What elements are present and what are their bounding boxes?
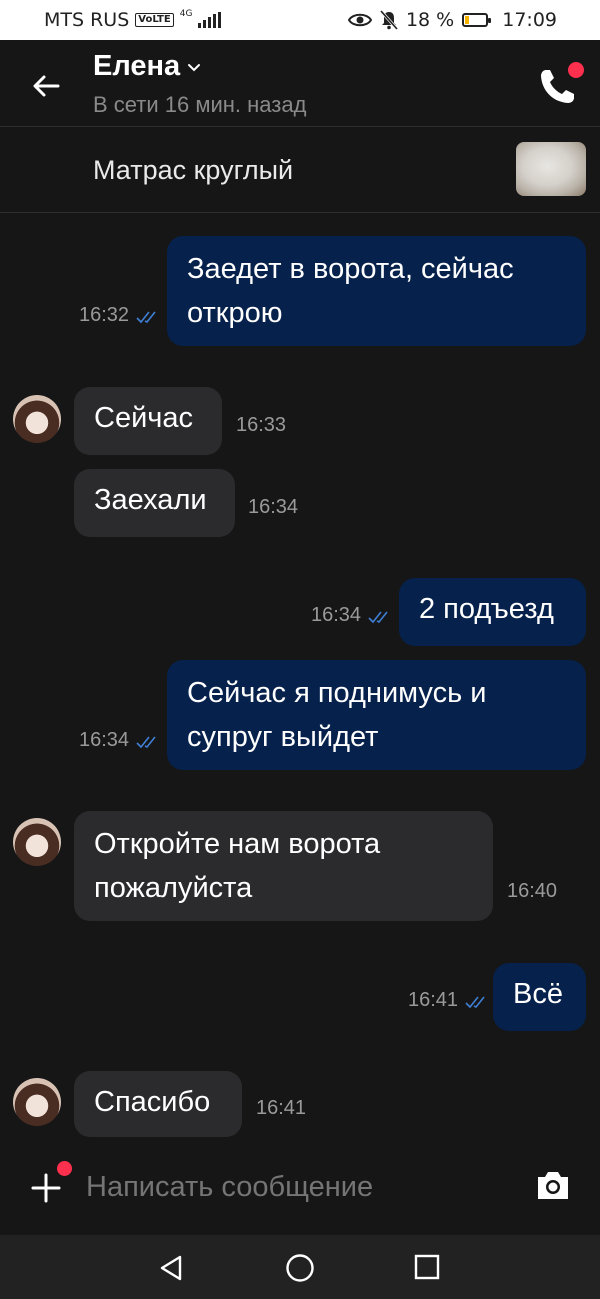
read-ticks-icon [136, 311, 156, 324]
message-text-line: Заехали [94, 484, 207, 516]
message-text-line: Откройте нам ворота [94, 828, 381, 860]
message-time: 16:34 [248, 496, 299, 518]
status-bar: MTS RUS VoLTE 4G 18 % 17:09 [0, 0, 600, 40]
message-text-line: пожалуйста [94, 872, 253, 904]
listing-banner[interactable]: Матрас круглый [0, 127, 600, 213]
read-ticks-icon [368, 611, 388, 624]
contact-name[interactable]: Елена [93, 50, 180, 83]
signal-icon [198, 12, 222, 28]
message-composer [0, 1140, 600, 1235]
message-bubble-in[interactable]: Спасибо [74, 1071, 242, 1137]
message-text-line: 2 подъезд [419, 593, 554, 625]
volte-badge: VoLTE [135, 13, 174, 27]
message-text-line: Спасибо [94, 1086, 211, 1118]
attach-notification-badge [55, 1159, 74, 1178]
nav-back-icon[interactable] [156, 1253, 186, 1283]
message-time: 16:41 [408, 989, 459, 1011]
chevron-down-icon[interactable] [186, 59, 202, 75]
message-text-line: Заедет в ворота, сейчас [187, 253, 514, 285]
battery-percent: 18 % [405, 9, 455, 31]
plus-icon[interactable] [30, 1172, 62, 1204]
message-bubble-in[interactable]: Сейчас [74, 387, 222, 455]
network-type: 4G [179, 9, 193, 19]
message-time: 16:34 [311, 604, 362, 626]
contact-name-row[interactable]: Елена [93, 50, 202, 83]
presence-status: В сети 16 мин. назад [93, 92, 307, 117]
read-ticks-icon [136, 736, 156, 749]
chat-header: Елена В сети 16 мин. назад [0, 40, 600, 127]
message-bubble-in[interactable]: Заехали [74, 469, 235, 537]
eye-icon [347, 13, 372, 27]
message-bubble-out[interactable]: 2 подъезд [399, 578, 586, 646]
message-time: 16:34 [79, 729, 130, 751]
avatar[interactable] [13, 395, 61, 443]
message-text-line: Сейчас [94, 402, 194, 434]
message-bubble-out[interactable]: Всё [493, 963, 586, 1031]
listing-title[interactable]: Матрас круглый [93, 155, 293, 186]
camera-icon[interactable] [535, 1168, 571, 1202]
status-right: 18 % 17:09 [347, 9, 557, 31]
message-time: 16:40 [507, 880, 558, 902]
avatar[interactable] [13, 818, 61, 866]
listing-thumbnail[interactable] [516, 142, 586, 196]
clock: 17:09 [502, 9, 557, 31]
message-text-line: Сейчас я поднимусь и [187, 677, 487, 709]
nav-home-icon[interactable] [285, 1253, 315, 1283]
avatar[interactable] [13, 1078, 61, 1126]
message-time: 16:33 [236, 414, 287, 436]
bell-muted-icon [379, 10, 398, 30]
message-text-line: Всё [513, 978, 563, 1010]
message-text-line: супруг выйдет [187, 721, 379, 753]
call-notification-badge [566, 60, 586, 80]
message-input[interactable] [84, 1166, 508, 1208]
message-time: 16:32 [79, 304, 130, 326]
back-arrow-icon[interactable] [28, 68, 64, 104]
message-bubble-in[interactable]: Откройте нам ворота пожалуйста [74, 811, 493, 921]
read-ticks-icon [465, 996, 485, 1009]
message-bubble-out[interactable]: Заедет в ворота, сейчас открою [167, 236, 586, 346]
nav-recents-icon[interactable] [413, 1253, 441, 1281]
message-bubble-out[interactable]: Сейчас я поднимусь и супруг выйдет [167, 660, 586, 770]
message-time: 16:41 [256, 1097, 307, 1119]
carrier-name: MTS RUS [44, 9, 130, 31]
message-text-line: открою [187, 297, 283, 329]
system-nav-bar [0, 1235, 600, 1299]
battery-icon [462, 13, 492, 27]
status-left: MTS RUS VoLTE 4G [44, 9, 222, 31]
